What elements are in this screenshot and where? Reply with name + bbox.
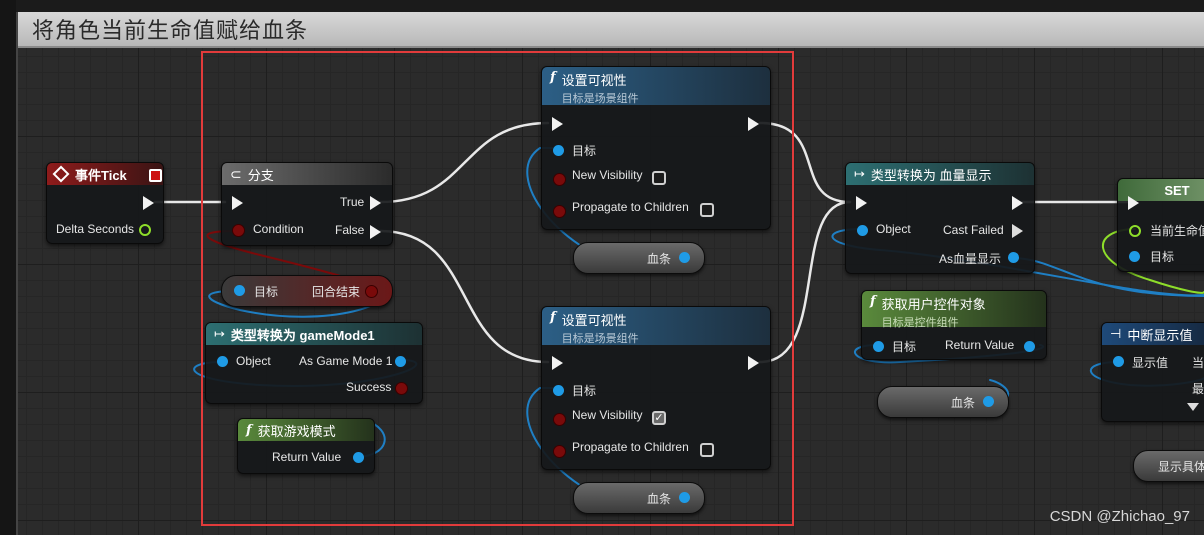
target-label: 目标 bbox=[892, 340, 917, 354]
node-header: 事件Tick bbox=[47, 163, 163, 185]
object-label: Object bbox=[876, 222, 911, 236]
target-pin[interactable] bbox=[1129, 251, 1140, 262]
stop-icon bbox=[149, 169, 162, 182]
delta-seconds-pin[interactable] bbox=[139, 224, 151, 236]
node-header: f 获取用户控件对象 目标是控件组件 bbox=[862, 291, 1046, 329]
set-title: SET bbox=[1164, 182, 1190, 198]
cut-label-2: 最 bbox=[1192, 382, 1204, 396]
current-hp-label: 当前生命值 bbox=[1150, 224, 1204, 238]
expand-arrow-icon[interactable] bbox=[1187, 403, 1199, 411]
event-tick-title: 事件Tick bbox=[75, 167, 127, 183]
cast-health-title: 类型转换为 血量显示 bbox=[870, 167, 992, 183]
breakpoint-title: 中断显示值 bbox=[1127, 327, 1193, 343]
display-detail-label: 显示具体 bbox=[1158, 460, 1204, 474]
get-user-widget-subtitle: 目标是控件组件 bbox=[881, 317, 959, 329]
object-pin[interactable] bbox=[857, 225, 868, 236]
display-value-label: 显示值 bbox=[1132, 356, 1169, 370]
cast-health-display-node[interactable]: ↦ 类型转换为 血量显示 Object Cast Failed As血量显示 bbox=[845, 162, 1035, 274]
breakpoint-display-node[interactable]: ⊣ 中断显示值 显示值 当 最 bbox=[1101, 322, 1204, 422]
cut-label-1: 当 bbox=[1192, 356, 1204, 370]
delta-seconds-label: Delta Seconds bbox=[56, 222, 135, 236]
exec-in-pin[interactable] bbox=[856, 196, 867, 210]
exec-in-pin[interactable] bbox=[1128, 196, 1139, 210]
health-bar-label: 血条 bbox=[951, 396, 976, 410]
health-bar-var-3[interactable]: 血条 bbox=[877, 386, 1009, 418]
get-user-widget-node[interactable]: f 获取用户控件对象 目标是控件组件 目标 Return Value bbox=[861, 290, 1047, 360]
target-label: 目标 bbox=[1150, 250, 1175, 264]
current-hp-pin[interactable] bbox=[1129, 225, 1141, 237]
node-header: ↦ 类型转换为 血量显示 bbox=[846, 163, 1034, 185]
selection-rectangle bbox=[201, 51, 794, 526]
return-value-pin[interactable] bbox=[1024, 341, 1035, 352]
watermark: CSDN @Zhichao_97 bbox=[1049, 508, 1190, 525]
display-detail-node[interactable]: 显示具体 bbox=[1133, 450, 1204, 482]
as-health-pin[interactable] bbox=[1008, 252, 1019, 263]
function-icon: f bbox=[870, 294, 876, 309]
cast-arrow-icon: ↦ bbox=[854, 166, 865, 181]
event-tick-node[interactable]: 事件Tick Delta Seconds bbox=[46, 162, 164, 244]
get-user-widget-title: 获取用户控件对象 bbox=[881, 297, 986, 312]
node-header: ⊣ 中断显示值 bbox=[1102, 323, 1204, 345]
return-value-label: Return Value bbox=[945, 338, 1015, 352]
breakpoint-icon: ⊣ bbox=[1110, 326, 1122, 341]
target-pin[interactable] bbox=[873, 341, 884, 352]
exec-out-pin[interactable] bbox=[1012, 196, 1023, 210]
set-current-hp-node[interactable]: SET 当前生命值 目标 bbox=[1117, 178, 1204, 272]
display-value-pin[interactable] bbox=[1113, 356, 1124, 367]
event-diamond-icon bbox=[52, 165, 70, 183]
exec-out-pin[interactable] bbox=[143, 196, 154, 210]
cast-failed-label: Cast Failed bbox=[943, 223, 1004, 237]
as-health-label: As血量显示 bbox=[939, 252, 1002, 266]
health-bar-pin[interactable] bbox=[983, 396, 994, 407]
cast-failed-exec-pin[interactable] bbox=[1012, 224, 1023, 238]
